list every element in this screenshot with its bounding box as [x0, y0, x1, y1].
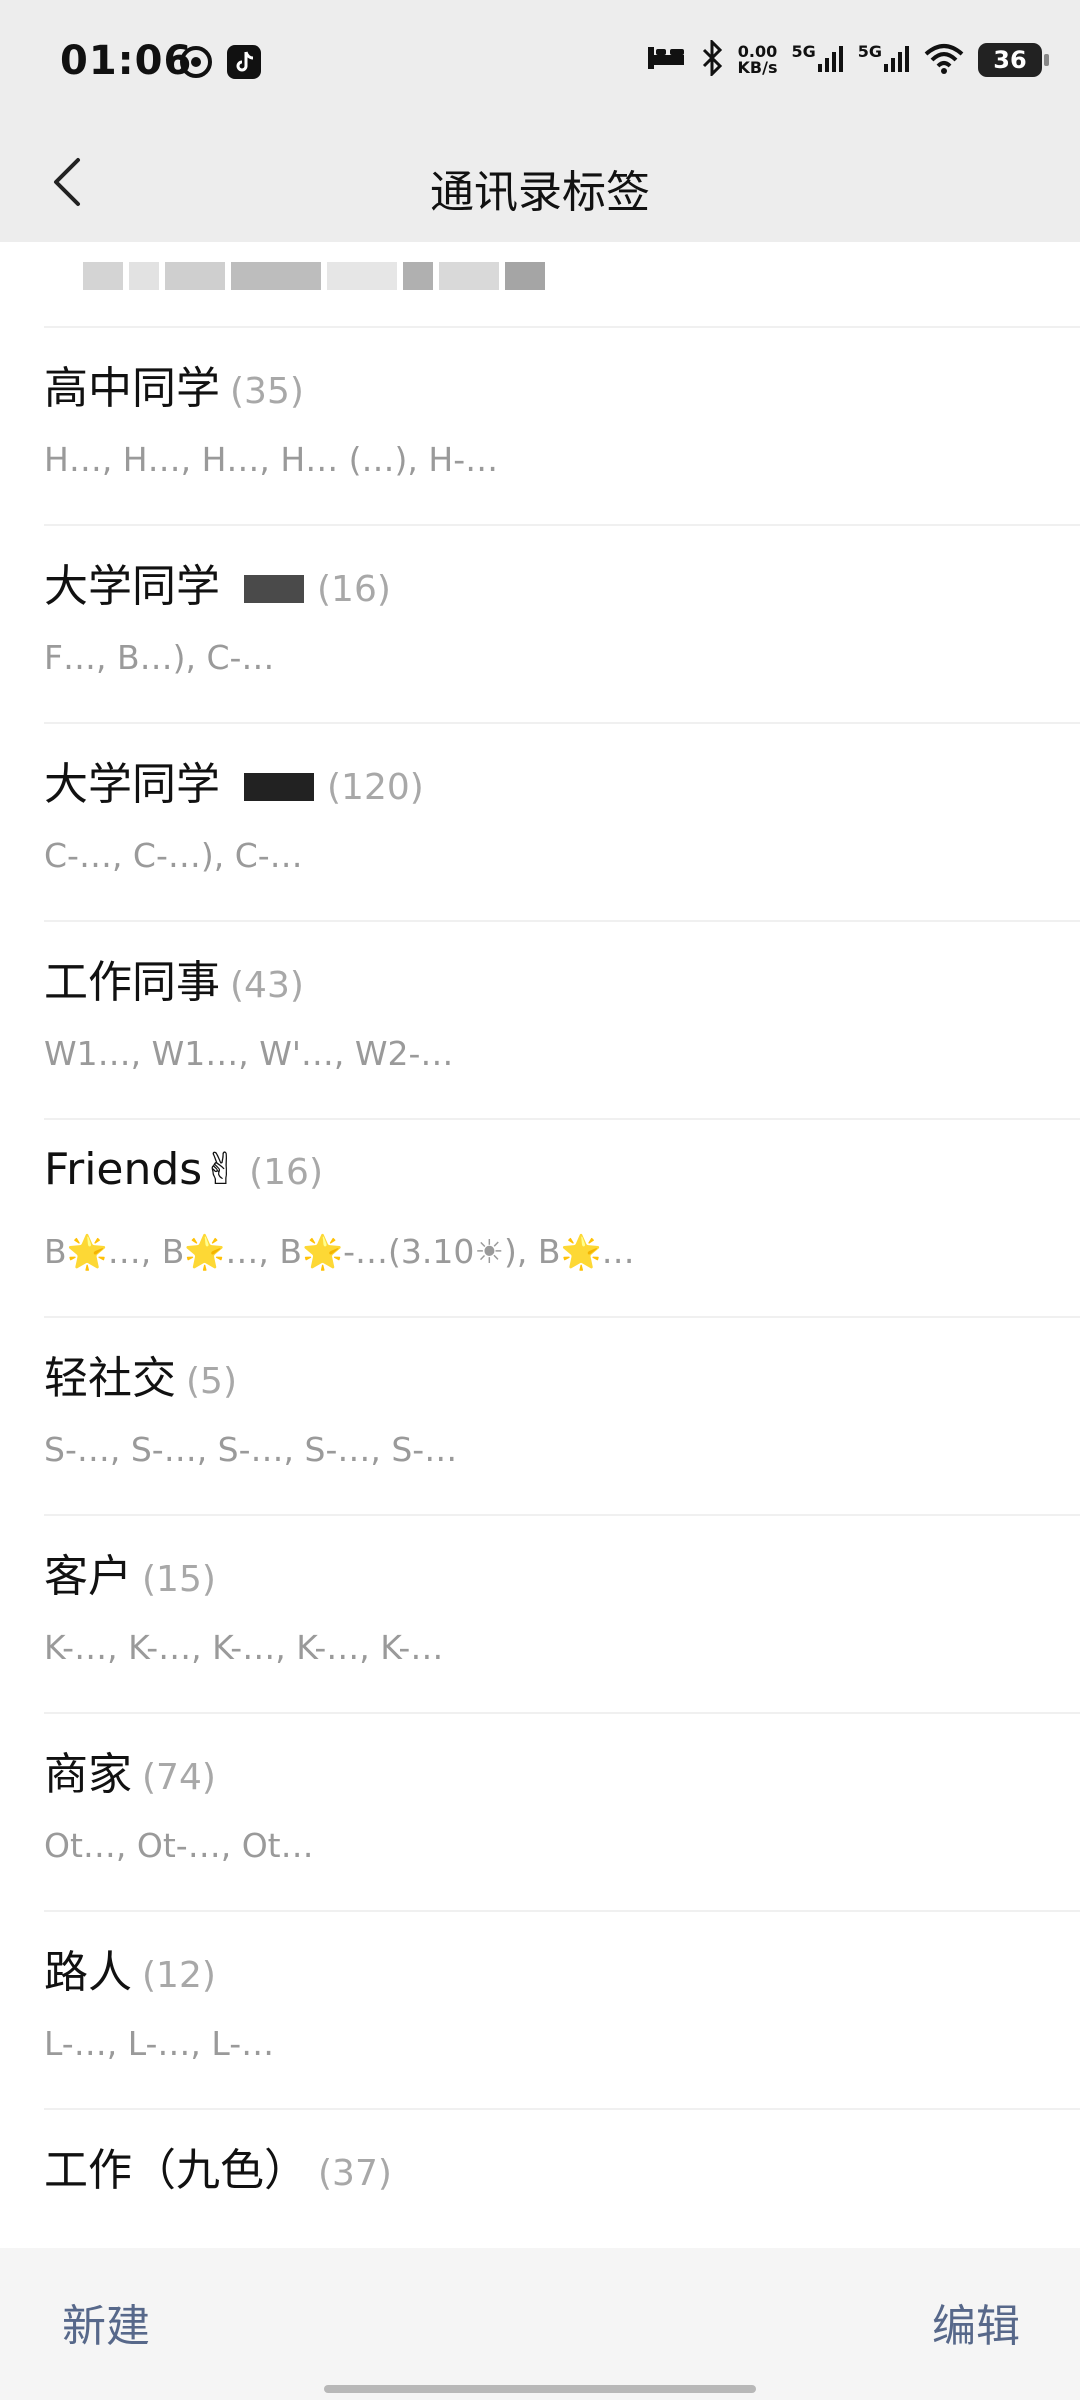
tag-count: (43)	[230, 965, 304, 1006]
home-indicator[interactable]	[324, 2385, 756, 2393]
tag-title-line: 商家 (74)	[44, 1738, 216, 1802]
tag-row[interactable]: 轻社交 (5) S-…, S-…, S-…, S-…, S-…	[44, 1318, 1080, 1516]
sim2-label: 5G	[857, 42, 882, 61]
tag-count: (120)	[327, 767, 424, 808]
tag-name: 大学同学	[44, 759, 220, 810]
tag-row[interactable]: 大学同学 (120) C-…, C-…), C-…	[44, 724, 1080, 922]
tag-count: (35)	[230, 371, 304, 412]
notification-icons	[178, 44, 262, 84]
tag-row[interactable]: 工作（九色） (37)	[44, 2110, 1080, 2248]
sim1-signal: 5G	[791, 44, 843, 76]
tag-row[interactable]: 工作同事 (43) W1…, W1…, W'…, W2-…	[44, 922, 1080, 1120]
bottom-bar: 新建 编辑	[0, 2248, 1080, 2400]
tag-row[interactable]: 高中同学 (35) H…, H…, H…, H… (…), H-…	[44, 328, 1080, 526]
tag-name: 高中同学	[44, 363, 220, 414]
tag-row[interactable]: 路人 (12) L-…, L-…, L-…	[44, 1912, 1080, 2110]
bluetooth-icon	[700, 38, 724, 80]
tag-title-line: 工作（九色） (37)	[44, 2134, 392, 2198]
page-title: 通讯录标签	[430, 167, 650, 218]
sleep-mode-icon	[646, 43, 686, 77]
wifi-icon	[924, 42, 964, 78]
tag-count: (74)	[142, 1757, 216, 1798]
tag-title-line: 工作同事 (43)	[44, 946, 304, 1010]
nav-bar: 通讯录标签	[0, 126, 1080, 242]
tag-name: 大学同学	[44, 561, 220, 612]
tag-members: W1…, W1…, W'…, W2-…	[44, 1034, 454, 1073]
tag-members: S-…, S-…, S-…, S-…, S-…	[44, 1430, 458, 1469]
tag-members: B🌟…, B🌟…, B🌟-…(3.10☀), B🌟…	[44, 1232, 635, 1271]
tag-members: Ot…, Ot-…, Ot…	[44, 1826, 314, 1865]
tiktok-icon	[226, 44, 262, 84]
sim1-label: 5G	[791, 42, 816, 61]
tag-name: 轻社交	[44, 1353, 176, 1404]
tag-count: (37)	[318, 2153, 392, 2194]
tag-count: (16)	[249, 1152, 324, 1193]
tag-title-line: Friends✌ (16)	[44, 1144, 323, 1195]
tag-name: Friends✌	[44, 1144, 240, 1195]
tag-members: K-…, K-…, K-…, K-…, K-…	[44, 1628, 444, 1667]
tag-title-line: 大学同学 (16)	[44, 550, 391, 614]
tag-list: 高中同学 (35) H…, H…, H…, H… (…), H-… 大学同学 (16…	[0, 242, 1080, 2248]
tag-members: C-…, C-…), C-…	[44, 836, 303, 875]
network-speed: 0.00 KB/s	[738, 44, 778, 76]
tag-count: (15)	[142, 1559, 216, 1600]
tag-title-line: 轻社交 (5)	[44, 1342, 237, 1406]
tag-row[interactable]: 客户 (15) K-…, K-…, K-…, K-…, K-…	[44, 1516, 1080, 1714]
battery-indicator: 36	[978, 43, 1049, 77]
status-time: 01:06	[60, 38, 193, 84]
tag-count: (16)	[317, 569, 391, 610]
tag-name: 工作同事	[44, 957, 220, 1008]
new-tag-button[interactable]: 新建	[62, 2290, 150, 2354]
tag-count: (12)	[142, 1955, 216, 1996]
tag-title-line: 客户 (15)	[44, 1540, 216, 1604]
signal-icon	[884, 44, 910, 76]
tag-members: L-…, L-…, L-…	[44, 2024, 275, 2063]
tag-row[interactable]: 大学同学 (16) F…, B…), C-…	[44, 526, 1080, 724]
tag-name: 商家	[44, 1749, 132, 1800]
tag-title-line: 路人 (12)	[44, 1936, 216, 2000]
tag-name: 工作（九色）	[44, 2145, 308, 2196]
tag-name: 路人	[44, 1947, 132, 1998]
status-bar: 01:06 0.00 KB/s 5G 5G 36	[0, 0, 1080, 126]
net-speed-unit: KB/s	[737, 58, 778, 77]
tag-title-line: 大学同学 (120)	[44, 748, 424, 812]
signal-icon	[817, 44, 844, 76]
tag-members: F…, B…), C-…	[44, 638, 275, 677]
edit-button[interactable]: 编辑	[932, 2290, 1020, 2354]
tag-members: H…, H…, H…, H… (…), H-…	[44, 440, 499, 479]
tag-count: (5)	[186, 1361, 237, 1402]
tag-name: 客户	[44, 1551, 132, 1602]
weibo-icon	[178, 44, 214, 84]
tag-row[interactable]: Friends✌ (16) B🌟…, B🌟…, B🌟-…(3.10☀), B🌟…	[44, 1120, 1080, 1318]
system-status: 0.00 KB/s 5G 5G 36	[646, 38, 1049, 80]
list-item-partial[interactable]	[44, 242, 1080, 328]
sim2-signal: 5G	[858, 44, 910, 76]
tag-title-line: 高中同学 (35)	[44, 352, 304, 416]
tag-row[interactable]: 商家 (74) Ot…, Ot-…, Ot…	[44, 1714, 1080, 1912]
blurred-members	[80, 262, 548, 290]
blurred-suffix	[244, 773, 314, 801]
blurred-suffix	[244, 575, 304, 603]
